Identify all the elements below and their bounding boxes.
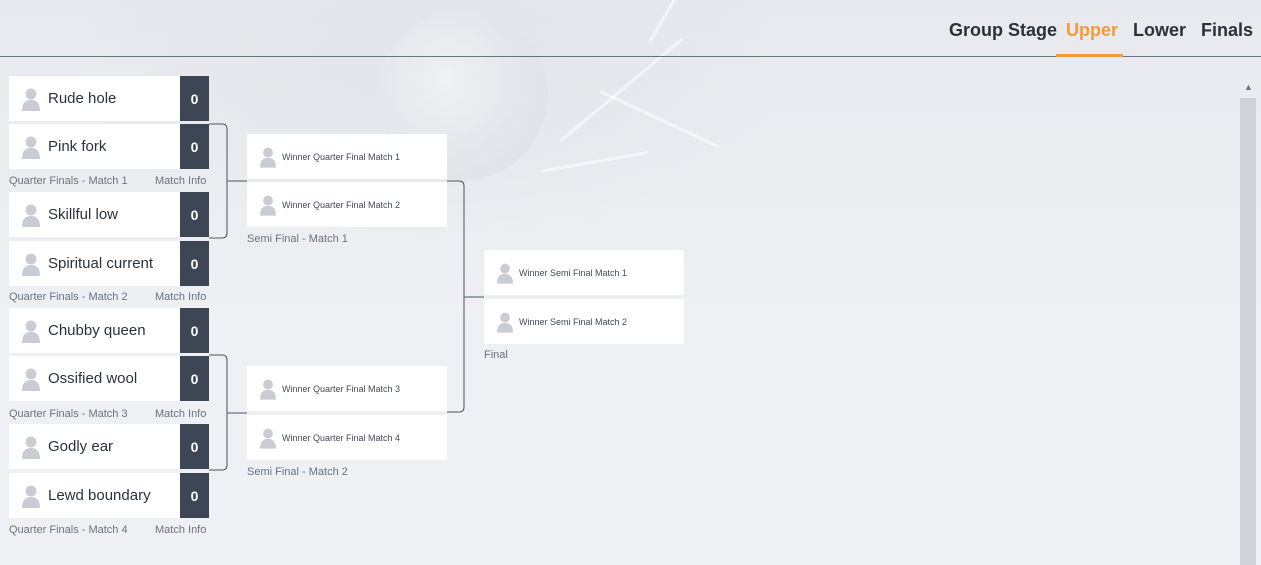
bracket-slot[interactable]: Chubby queen 0 bbox=[9, 308, 209, 353]
user-avatar-icon bbox=[497, 263, 513, 284]
bracket-slot[interactable]: Winner Quarter Final Match 2 bbox=[247, 182, 447, 227]
bracket-slot[interactable]: Lewd boundary 0 bbox=[9, 473, 209, 518]
user-avatar-icon bbox=[22, 136, 40, 159]
user-avatar-icon bbox=[260, 147, 276, 168]
user-avatar-icon bbox=[22, 204, 40, 227]
bracket-slot[interactable]: Winner Semi Final Match 2 bbox=[484, 299, 684, 344]
placeholder-name: Winner Semi Final Match 1 bbox=[519, 267, 628, 278]
player-score: 0 bbox=[180, 424, 209, 469]
match-info-link[interactable]: Match Info bbox=[155, 175, 206, 187]
bracket-slot[interactable]: Ossified wool 0 bbox=[9, 356, 209, 401]
user-avatar-icon bbox=[22, 320, 40, 343]
user-avatar-icon bbox=[260, 379, 276, 400]
bracket-slot[interactable]: Pink fork 0 bbox=[9, 124, 209, 169]
match-info-link[interactable]: Match Info bbox=[155, 408, 206, 420]
match-label: Quarter Finals - Match 4 bbox=[9, 524, 128, 536]
placeholder-name: Winner Semi Final Match 2 bbox=[519, 316, 628, 327]
match-label: Semi Final - Match 2 bbox=[247, 466, 348, 478]
bracket-slot[interactable]: Winner Quarter Final Match 3 bbox=[247, 366, 447, 411]
bracket-slot[interactable]: Skillful low 0 bbox=[9, 192, 209, 237]
placeholder-name: Winner Quarter Final Match 2 bbox=[282, 199, 401, 210]
player-score: 0 bbox=[180, 192, 209, 237]
placeholder-name: Winner Quarter Final Match 1 bbox=[282, 151, 401, 162]
bracket-slot[interactable]: Winner Quarter Final Match 4 bbox=[247, 415, 447, 460]
user-avatar-icon bbox=[22, 368, 40, 391]
match-label: Final bbox=[484, 349, 508, 361]
bracket-slot[interactable]: Winner Semi Final Match 1 bbox=[484, 250, 684, 295]
user-avatar-icon bbox=[22, 253, 40, 276]
user-avatar-icon bbox=[22, 436, 40, 459]
scrollbar-thumb[interactable] bbox=[1240, 98, 1256, 565]
user-avatar-icon bbox=[497, 312, 513, 333]
match-info-link[interactable]: Match Info bbox=[155, 291, 206, 303]
match-label: Quarter Finals - Match 2 bbox=[9, 291, 128, 303]
player-score: 0 bbox=[180, 356, 209, 401]
scroll-up-arrow-icon[interactable]: ▲ bbox=[1244, 82, 1253, 92]
vertical-scrollbar[interactable]: ▲ bbox=[1240, 80, 1256, 565]
player-score: 0 bbox=[180, 473, 209, 518]
match-label: Quarter Finals - Match 3 bbox=[9, 408, 128, 420]
user-avatar-icon bbox=[260, 428, 276, 449]
match-label: Quarter Finals - Match 1 bbox=[9, 175, 128, 187]
user-avatar-icon bbox=[260, 195, 276, 216]
match-info-link[interactable]: Match Info bbox=[155, 524, 206, 536]
player-score: 0 bbox=[180, 76, 209, 121]
player-score: 0 bbox=[180, 124, 209, 169]
bracket-slot[interactable]: Winner Quarter Final Match 1 bbox=[247, 134, 447, 179]
player-score: 0 bbox=[180, 308, 209, 353]
player-score: 0 bbox=[180, 241, 209, 286]
bracket-slot[interactable]: Rude hole 0 bbox=[9, 76, 209, 121]
bracket-slot[interactable]: Godly ear 0 bbox=[9, 424, 209, 469]
placeholder-name: Winner Quarter Final Match 3 bbox=[282, 383, 401, 394]
user-avatar-icon bbox=[22, 485, 40, 508]
bracket-slot[interactable]: Spiritual current 0 bbox=[9, 241, 209, 286]
placeholder-name: Winner Quarter Final Match 4 bbox=[282, 432, 401, 443]
user-avatar-icon bbox=[22, 88, 40, 111]
match-label: Semi Final - Match 1 bbox=[247, 233, 348, 245]
